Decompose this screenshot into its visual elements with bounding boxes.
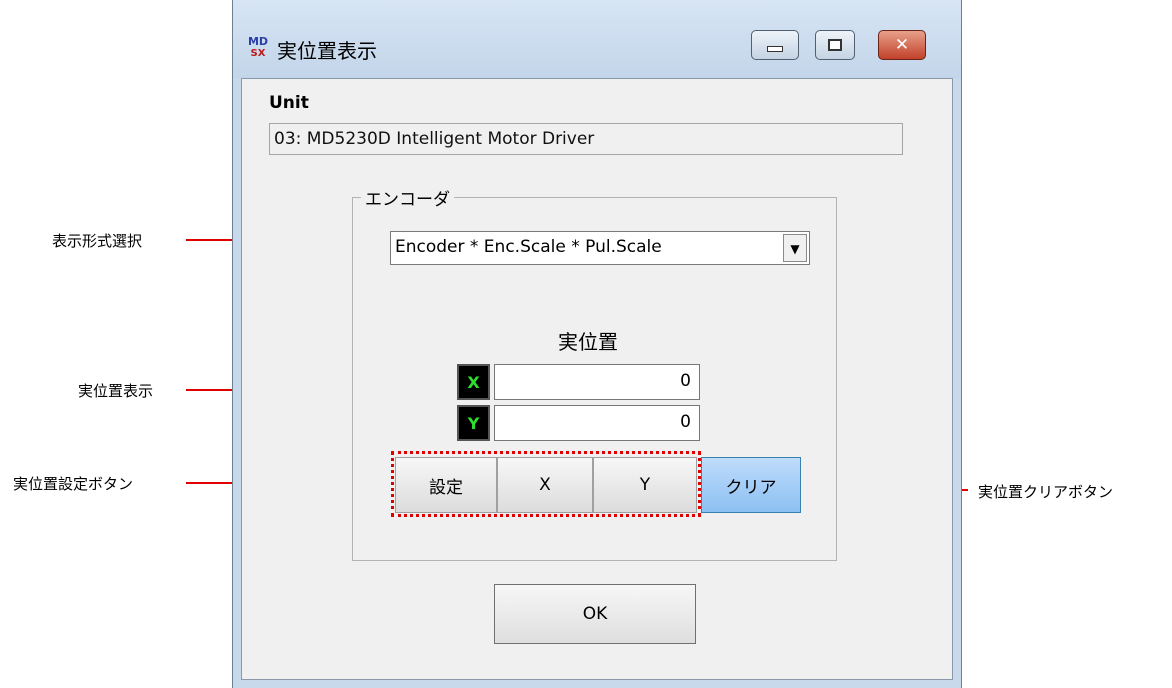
maximize-icon bbox=[828, 39, 842, 51]
set-button[interactable]: 設定 bbox=[395, 457, 497, 513]
x-axis-label: X bbox=[457, 364, 490, 400]
window-title: 実位置表示 bbox=[277, 39, 377, 63]
y-axis-label: Y bbox=[457, 405, 490, 441]
display-format-value: Encoder * Enc.Scale * Pul.Scale bbox=[395, 237, 662, 257]
dialog-client-area: Unit 03: MD5230D Intelligent Motor Drive… bbox=[241, 78, 953, 680]
position-title: 実位置 bbox=[558, 330, 618, 354]
encoder-group-label: エンコーダ bbox=[361, 185, 454, 210]
ok-button[interactable]: OK bbox=[494, 584, 696, 644]
minimize-button[interactable] bbox=[751, 30, 799, 60]
annotation-clear-button: 実位置クリアボタン bbox=[978, 483, 1114, 501]
annotation-format-select: 表示形式選択 bbox=[52, 232, 143, 250]
annotation-position-display: 実位置表示 bbox=[78, 382, 154, 400]
close-icon: ✕ bbox=[894, 35, 910, 55]
display-format-select[interactable]: Encoder * Enc.Scale * Pul.Scale ▼ bbox=[390, 231, 810, 265]
y-position-field: 0 bbox=[494, 405, 700, 441]
annotation-set-buttons: 実位置設定ボタン bbox=[13, 475, 134, 493]
title-bar[interactable]: MD SX 実位置表示 ✕ bbox=[233, 0, 961, 78]
dropdown-arrow-icon[interactable]: ▼ bbox=[783, 234, 807, 262]
unit-label: Unit bbox=[269, 93, 309, 113]
x-position-field: 0 bbox=[494, 364, 700, 400]
set-x-button[interactable]: X bbox=[497, 457, 593, 513]
maximize-button[interactable] bbox=[815, 30, 855, 60]
encoder-groupbox: エンコーダ Encoder * Enc.Scale * Pul.Scale ▼ … bbox=[352, 185, 837, 561]
clear-button[interactable]: クリア bbox=[701, 457, 801, 513]
close-button[interactable]: ✕ bbox=[878, 30, 926, 60]
set-y-button[interactable]: Y bbox=[593, 457, 697, 513]
minimize-icon bbox=[767, 46, 783, 52]
dialog-window: MD SX 実位置表示 ✕ Unit 03: MD5230D Intellige… bbox=[232, 0, 962, 688]
unit-field: 03: MD5230D Intelligent Motor Driver bbox=[269, 123, 903, 155]
app-icon: MD SX bbox=[247, 35, 269, 60]
